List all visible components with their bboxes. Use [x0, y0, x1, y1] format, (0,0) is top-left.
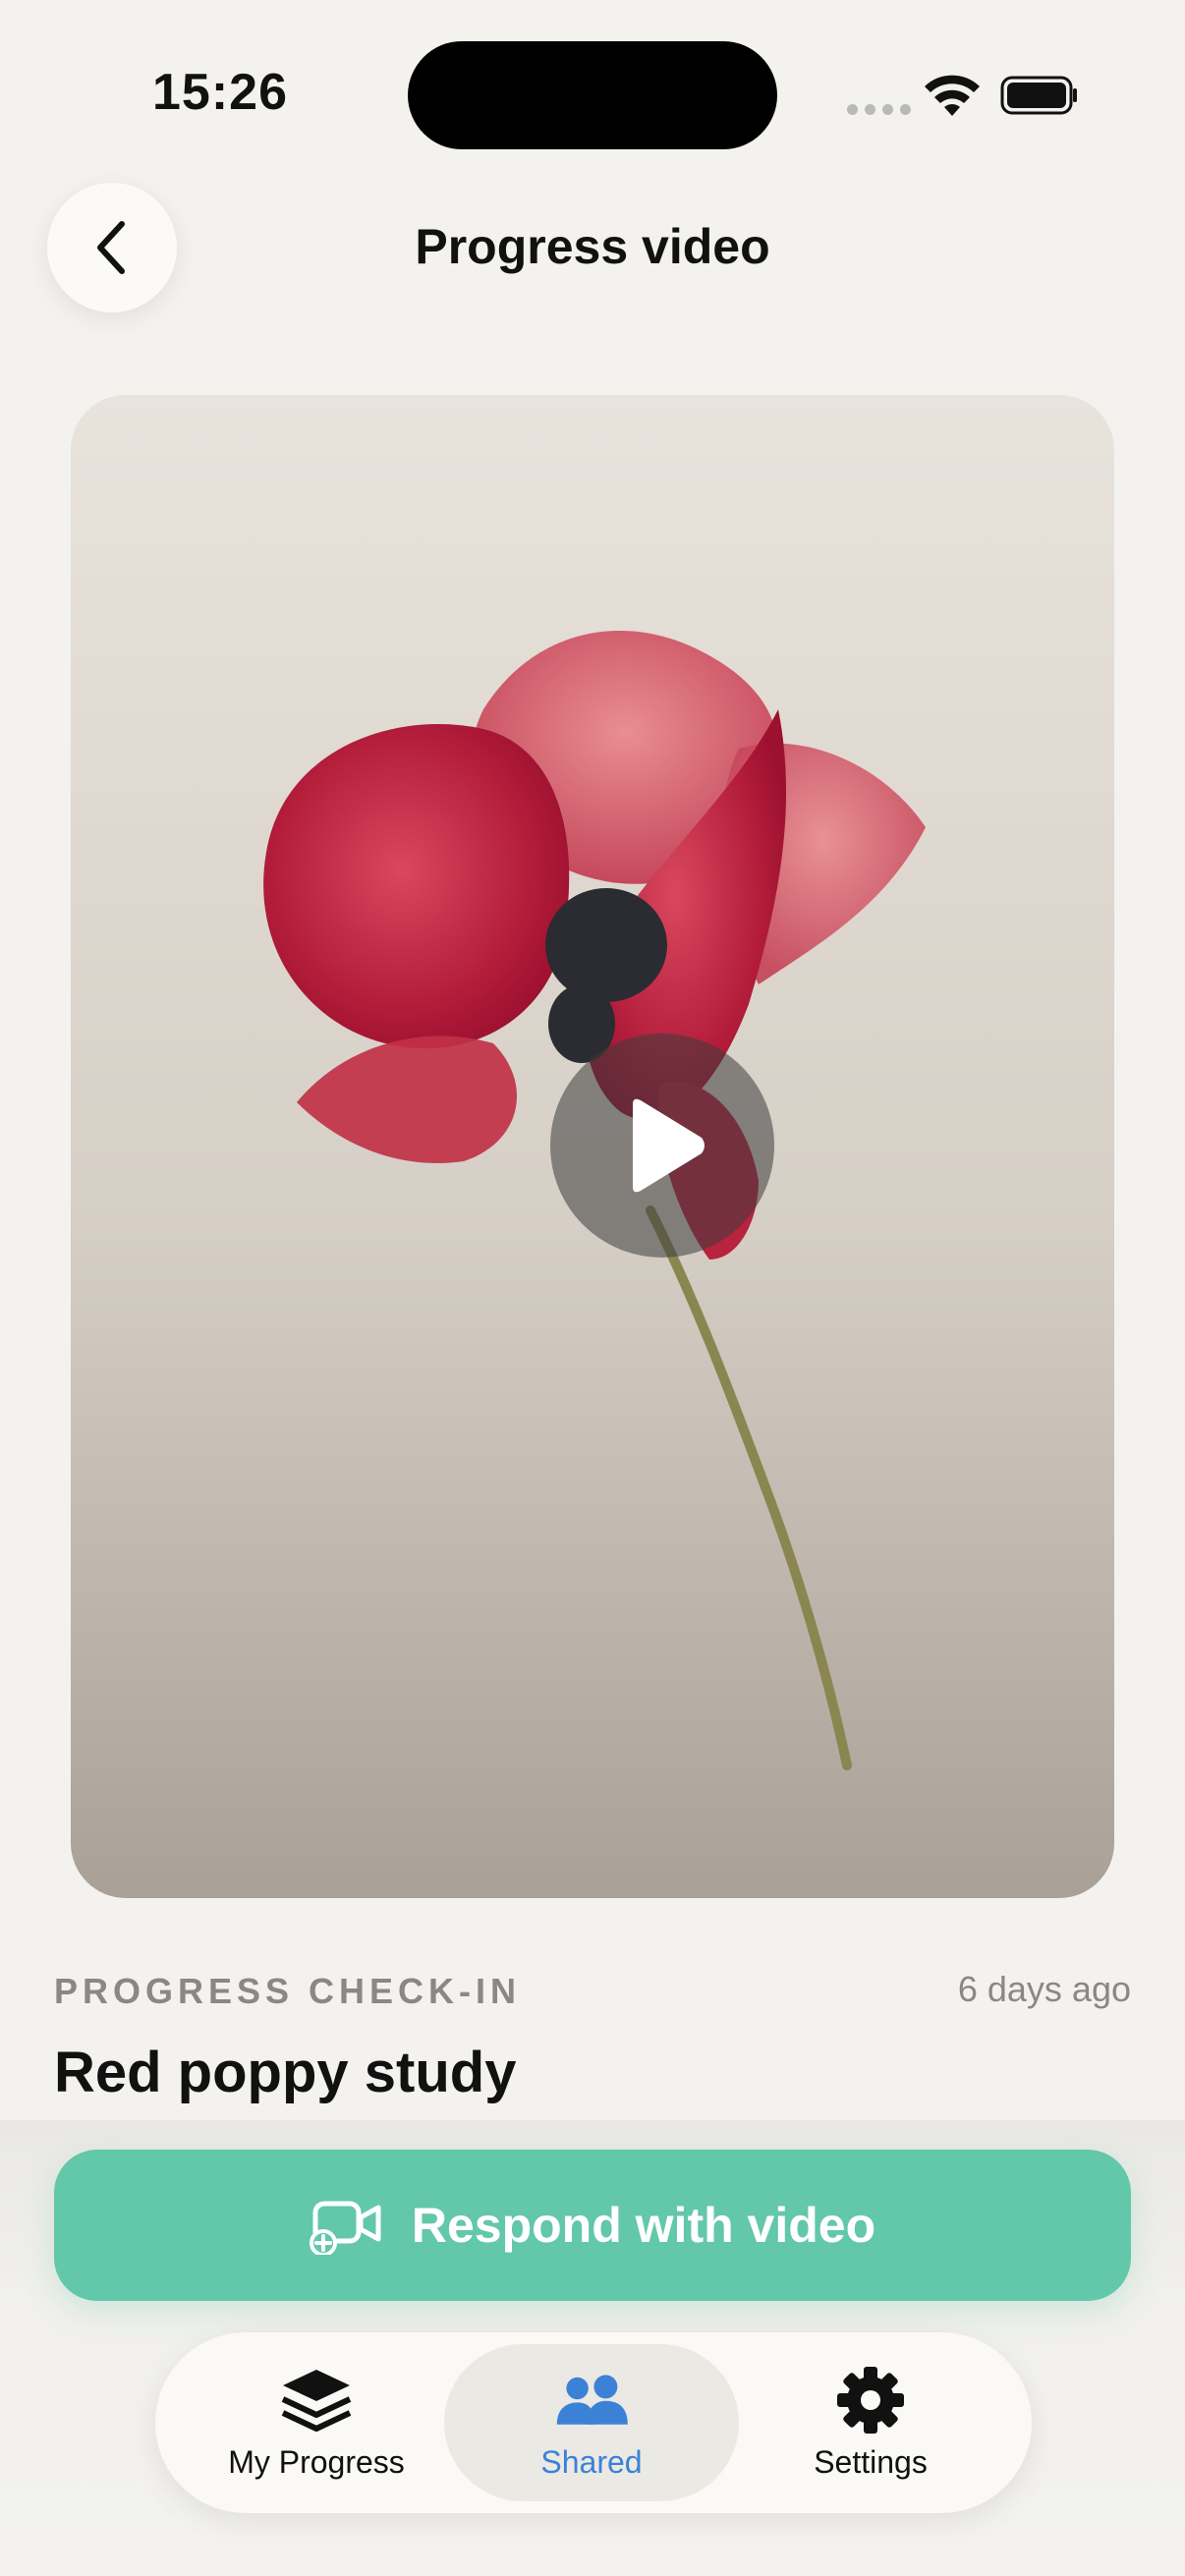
battery-icon — [1000, 76, 1077, 115]
page-title: Progress video — [415, 219, 770, 274]
timestamp: 6 days ago — [957, 1969, 1131, 2009]
signal-icon — [847, 104, 911, 115]
respond-button-label: Respond with video — [411, 2198, 876, 2253]
video-player[interactable] — [71, 395, 1114, 1898]
gear-icon — [837, 2366, 904, 2434]
tab-shared[interactable]: Shared — [444, 2344, 739, 2501]
status-time: 15:26 — [152, 64, 288, 121]
dynamic-island — [408, 41, 777, 149]
play-button[interactable] — [550, 1034, 774, 1258]
item-title: Red poppy study — [54, 2041, 517, 2104]
tab-my-progress[interactable]: My Progress — [169, 2344, 464, 2501]
wifi-icon — [925, 75, 980, 116]
stack-icon — [281, 2369, 352, 2432]
tab-label: Shared — [540, 2443, 643, 2480]
tab-label: Settings — [814, 2443, 928, 2480]
check-in-kicker: PROGRESS CHECK-IN — [54, 1971, 522, 2011]
play-icon — [633, 1098, 705, 1193]
tab-bar: My Progress Shared Settings — [155, 2332, 1032, 2513]
tab-label: My Progress — [228, 2443, 405, 2480]
tab-settings[interactable]: Settings — [723, 2344, 1018, 2501]
respond-with-video-button[interactable]: Respond with video — [54, 2150, 1131, 2301]
video-add-icon — [309, 2201, 381, 2255]
people-icon — [556, 2374, 628, 2425]
